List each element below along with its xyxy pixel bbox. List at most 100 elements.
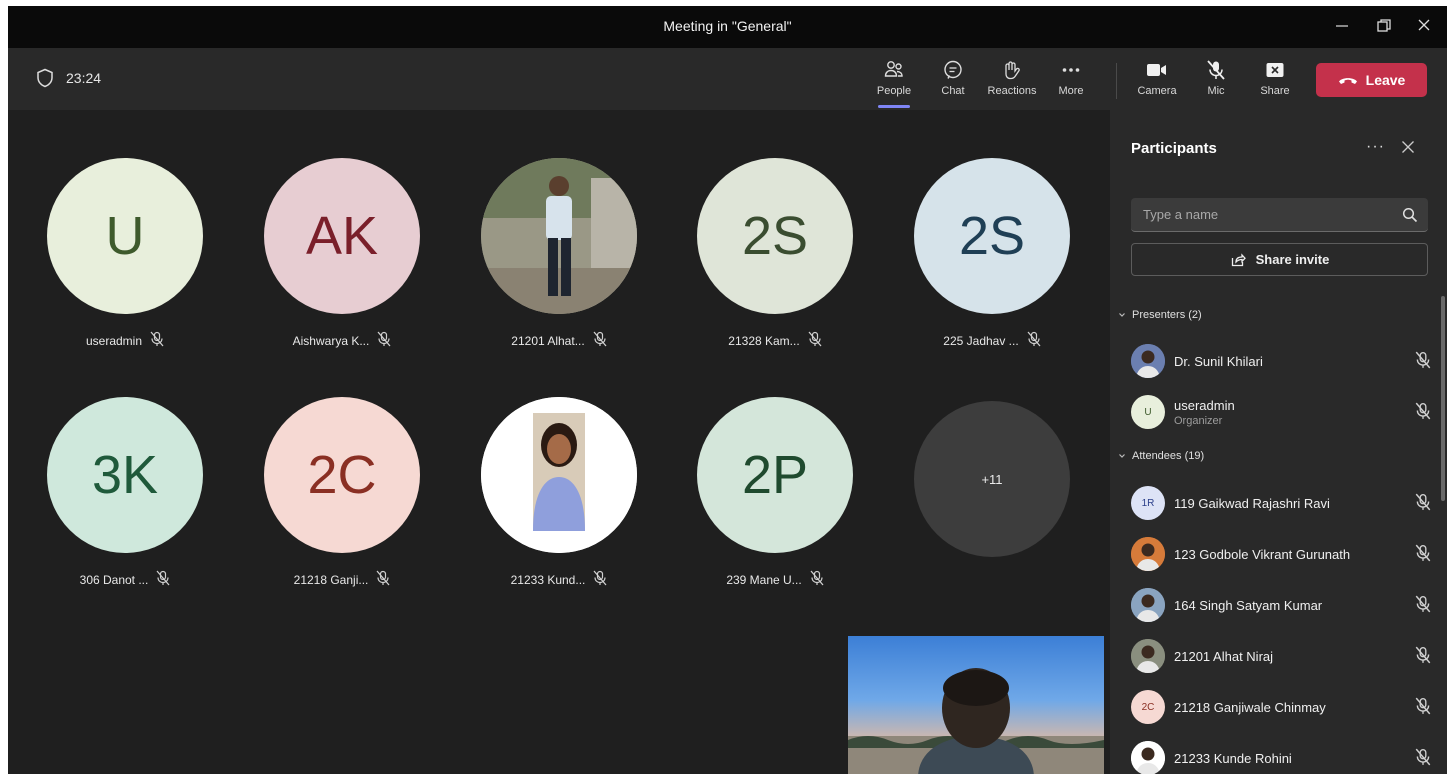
mic-muted-icon [1415, 646, 1431, 669]
presenters-label: Presenters (2) [1132, 309, 1202, 321]
participant-avatar: AK [264, 158, 420, 314]
participant-list-item[interactable]: 21201 Alhat Niraj [1131, 636, 1431, 676]
participant-avatar: 2P [697, 397, 853, 553]
participant-list-item[interactable]: 2C 21218 Ganjiwale Chinmay [1131, 687, 1431, 727]
mic-button[interactable]: Mic [1188, 58, 1244, 104]
mic-muted-icon [593, 331, 607, 350]
participant-avatar: U [1131, 395, 1165, 429]
participant-tile[interactable]: 3K 306 Danot ... [45, 397, 205, 589]
participant-photo [1131, 537, 1165, 571]
participant-list-item[interactable]: 164 Singh Satyam Kumar [1131, 585, 1431, 625]
panel-close-button[interactable] [1401, 140, 1415, 159]
participant-list-item[interactable]: 21233 Kunde Rohini [1131, 738, 1431, 774]
participant-name: 119 Gaikwad Rajashri Ravi [1174, 495, 1330, 511]
search-input[interactable] [1143, 207, 1383, 222]
overflow-tile[interactable]: +11 [914, 401, 1070, 557]
participant-name-row: Aishwarya K... [262, 331, 422, 350]
shield-icon [37, 68, 53, 88]
avatar-initials: 2C [1141, 701, 1155, 713]
avatar-initials: U [1144, 406, 1152, 418]
participant-name-block: 123 Godbole Vikrant Gurunath [1174, 547, 1350, 562]
participant-name: 123 Godbole Vikrant Gurunath [1174, 546, 1351, 562]
panel-scrollbar[interactable] [1441, 296, 1445, 501]
meeting-timer: 23:24 [36, 68, 101, 88]
reactions-label: Reactions [987, 85, 1037, 97]
participant-list-item[interactable]: Dr. Sunil Khilari [1131, 341, 1431, 381]
participant-tile[interactable]: 2S 21328 Kam... [695, 158, 855, 350]
participant-tile[interactable]: 2S 225 Jadhav ... [912, 158, 1072, 350]
panel-title: Participants [1131, 140, 1217, 157]
participant-name-block: Dr. Sunil Khilari [1174, 354, 1263, 369]
attendees-label: Attendees (19) [1132, 450, 1205, 462]
participant-name: 21218 Ganji... [293, 572, 369, 587]
mic-muted-icon [150, 331, 164, 350]
mic-label: Mic [1207, 85, 1225, 97]
participant-name: Dr. Sunil Khilari [1174, 353, 1263, 369]
self-view-video[interactable] [848, 636, 1104, 774]
avatar-initials: 2S [958, 206, 1026, 266]
participant-search[interactable] [1131, 198, 1428, 232]
share-invite-button[interactable]: Share invite [1131, 243, 1428, 276]
participant-name: useradmin [1174, 397, 1235, 413]
participant-photo [1131, 344, 1165, 378]
chevron-down-icon [1119, 313, 1125, 317]
participant-name: 21201 Alhat Niraj [1174, 648, 1274, 664]
reactions-button[interactable]: Reactions [984, 58, 1040, 104]
participant-list-item[interactable]: 123 Godbole Vikrant Gurunath [1131, 534, 1431, 574]
participant-photo [1131, 588, 1165, 622]
mic-muted-icon [156, 570, 170, 589]
minimize-button[interactable] [1327, 14, 1357, 40]
share-label: Share [1260, 85, 1290, 97]
window-title: Meeting in "General" [663, 18, 792, 34]
participant-tile[interactable]: 2P 239 Mane U... [695, 397, 855, 589]
mic-muted-icon [1415, 402, 1431, 425]
participant-name-row: 239 Mane U... [695, 570, 855, 589]
share-invite-label: Share invite [1255, 252, 1330, 267]
participant-name: 306 Danot ... [79, 572, 149, 587]
leave-button[interactable]: Leave [1316, 63, 1427, 97]
reactions-icon [1005, 61, 1020, 80]
participant-avatar: 2S [914, 158, 1070, 314]
meeting-controls-bar: 23:24 People Chat Reactions More Camera … [8, 48, 1447, 110]
mic-muted-icon [1207, 60, 1225, 80]
video-stage: Uuseradmin AK Aishwarya K... 21201 Alhat...… [8, 110, 1110, 774]
mic-muted-icon [376, 570, 390, 589]
presenters-section-header[interactable]: Presenters (2) [1118, 309, 1202, 321]
participant-name-row: 225 Jadhav ... [912, 331, 1072, 350]
people-icon [884, 61, 903, 77]
chat-icon [944, 60, 962, 79]
chat-button[interactable]: Chat [925, 58, 981, 104]
restore-icon [1377, 19, 1391, 32]
close-window-button[interactable] [1409, 14, 1439, 40]
chevron-down-icon [1119, 454, 1125, 458]
avatar-initials: U [105, 206, 145, 266]
mic-muted-icon [377, 331, 391, 350]
participant-name-block: useradmin Organizer [1174, 398, 1235, 427]
restore-button[interactable] [1369, 14, 1399, 40]
mic-muted-icon [1415, 697, 1431, 720]
avatar-initials: AK [305, 206, 379, 266]
participant-tile[interactable]: 2C 21218 Ganji... [262, 397, 422, 589]
participant-list-item[interactable]: 1R 119 Gaikwad Rajashri Ravi [1131, 483, 1431, 523]
participant-tile[interactable]: 21201 Alhat... [479, 158, 639, 350]
mic-muted-icon [1415, 748, 1431, 771]
participant-tile[interactable]: Uuseradmin [45, 158, 205, 350]
participant-name-row: 21201 Alhat... [479, 331, 639, 350]
more-button[interactable]: More [1043, 58, 1099, 104]
participant-name: 225 Jadhav ... [943, 333, 1019, 348]
panel-more-button[interactable]: ··· [1366, 138, 1385, 156]
participant-avatar: 3K [47, 397, 203, 553]
people-button[interactable]: People [866, 58, 922, 108]
attendees-section-header[interactable]: Attendees (19) [1118, 450, 1204, 462]
participant-list-item[interactable]: Uuseradmin Organizer [1131, 392, 1431, 432]
participant-name: 21201 Alhat... [511, 333, 585, 348]
share-button[interactable]: Share [1247, 58, 1303, 104]
mic-muted-icon [810, 570, 824, 589]
more-label: More [1058, 85, 1084, 97]
participant-name-row: 306 Danot ... [45, 570, 205, 589]
participant-tile[interactable]: AK Aishwarya K... [262, 158, 422, 350]
minimize-icon [1336, 25, 1348, 27]
participant-tile[interactable]: 21233 Kund... [479, 397, 639, 589]
mic-muted-icon [1415, 544, 1431, 567]
camera-button[interactable]: Camera [1129, 58, 1185, 104]
